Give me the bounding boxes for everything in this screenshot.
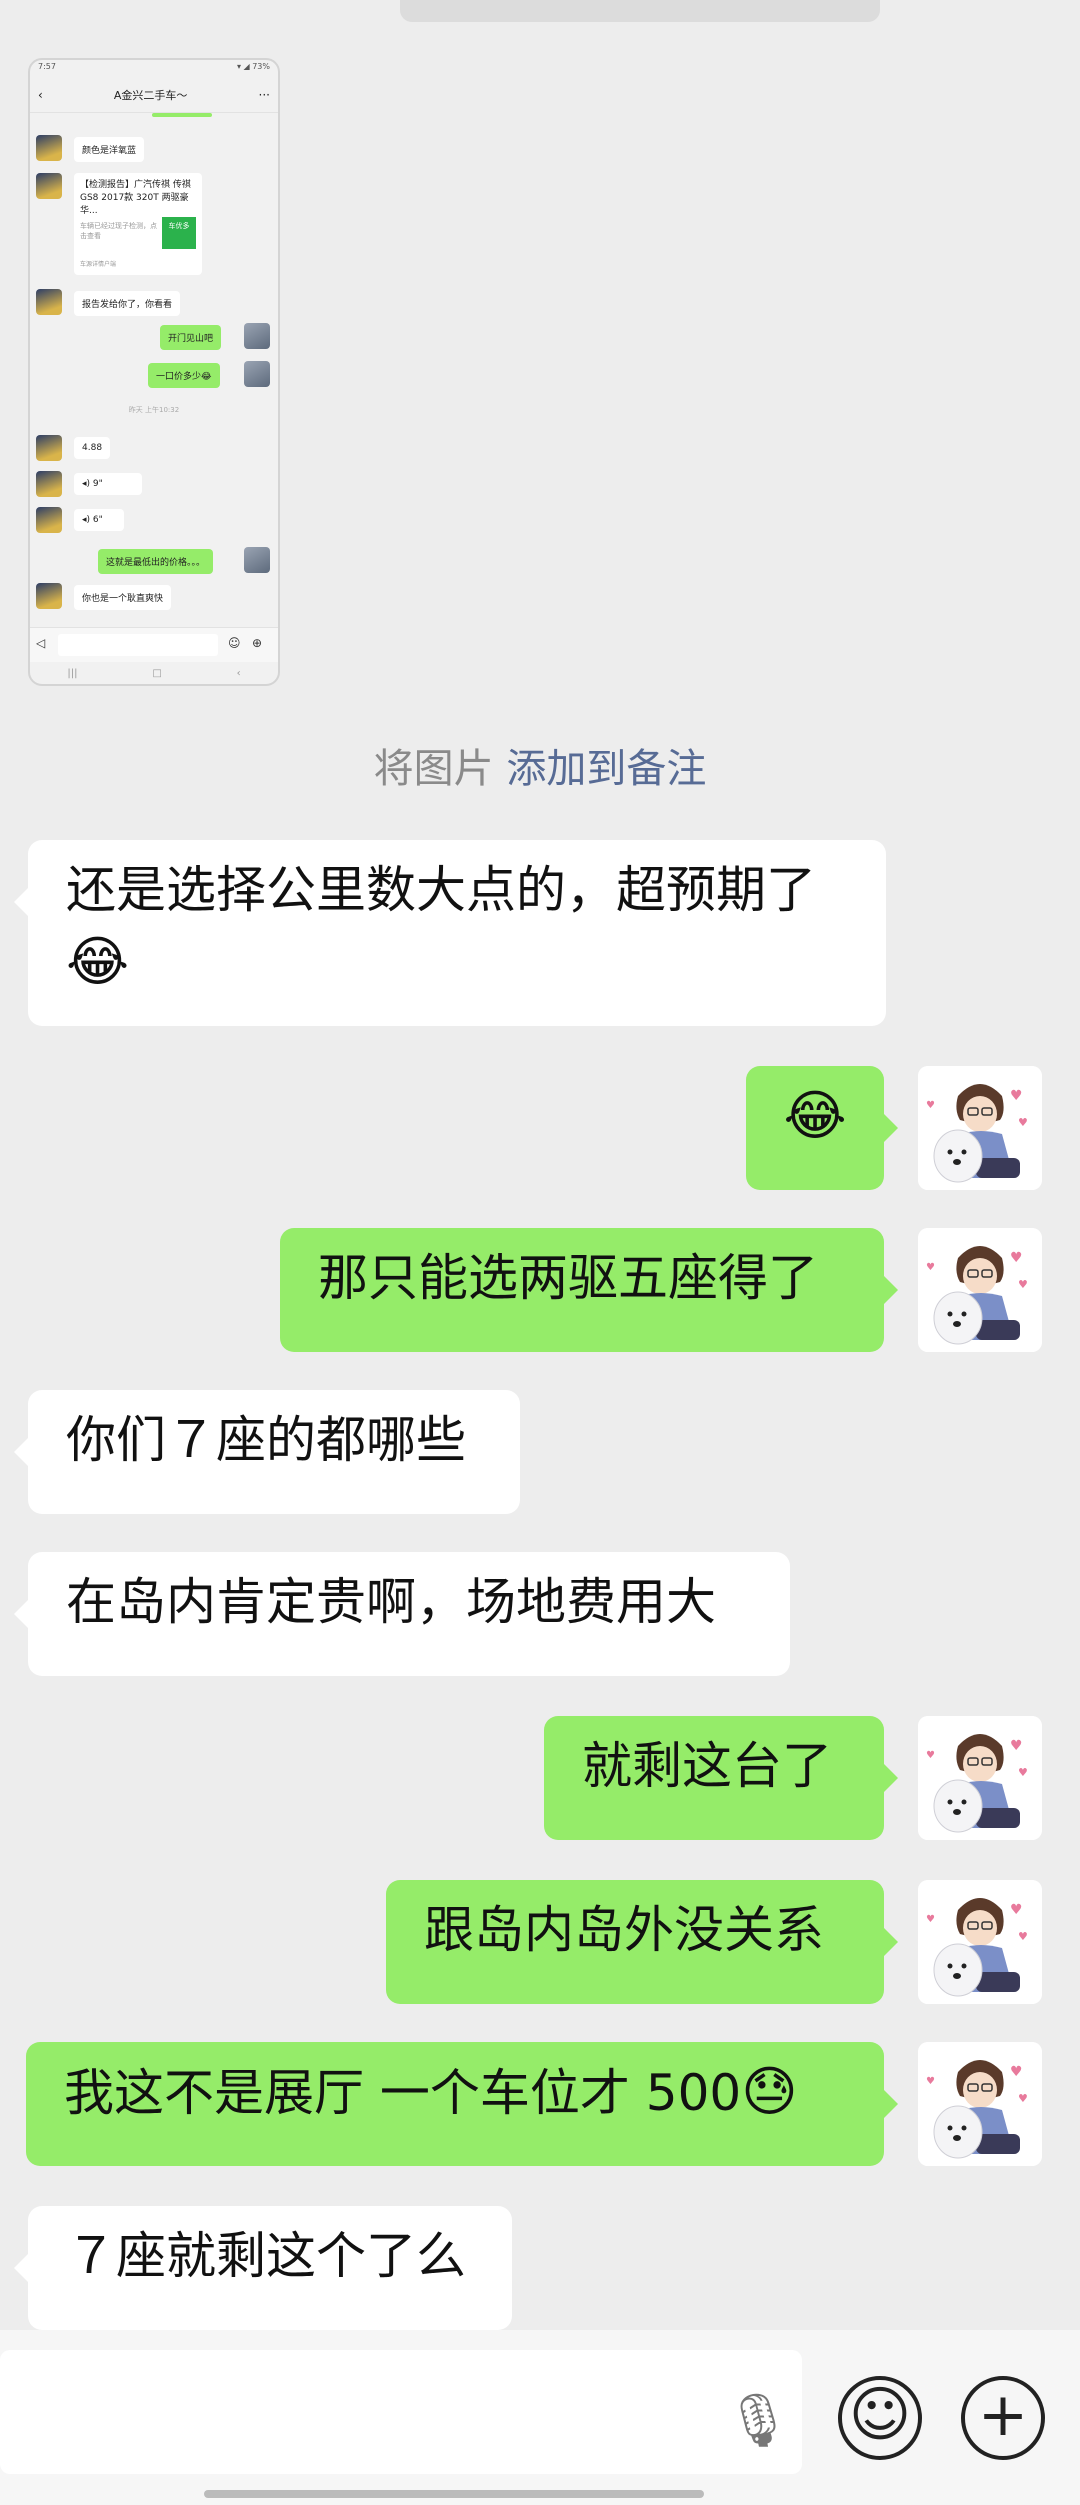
message-bubble-incoming[interactable]: 你们７座的都哪些 <box>14 1390 520 1514</box>
plus-icon: + <box>977 2380 1029 2450</box>
svg-text:♥: ♥ <box>1010 1088 1023 1104</box>
card-subtitle: 车辆已经过现子检测，点击查看 <box>80 222 157 240</box>
embedded-bubble <box>152 113 212 117</box>
emoji-icon: ☺ <box>228 636 241 650</box>
chat-input-bar: 🎙 ☺ + <box>0 2330 1080 2505</box>
svg-text:♥: ♥ <box>926 1262 935 1273</box>
embedded-avatar <box>244 361 270 387</box>
svg-text:♥: ♥ <box>1010 1250 1023 1266</box>
note-prefix: 将图片 <box>373 746 494 792</box>
svg-text:♥: ♥ <box>1010 2064 1023 2080</box>
laughing-emoji-icon: 😂 <box>66 930 130 993</box>
embedded-message: 颜色是洋氧蓝 <box>74 137 145 162</box>
embedded-avatar <box>36 583 62 609</box>
embedded-title: A金兴二手车～ <box>113 89 188 102</box>
user-avatar[interactable]: ♥ ♥ ♥ <box>918 1228 1042 1352</box>
add-to-note-hint: 将图片 添加到备注 <box>0 736 1080 794</box>
status-bar: 7:57 ▾ ◢ 73% <box>30 60 278 78</box>
plus-icon: ⊕ <box>252 636 263 650</box>
embedded-input-bar: ◁ ☺ ⊕ <box>30 627 278 662</box>
emoji-icon: ☺ <box>848 2380 912 2450</box>
svg-text:♥: ♥ <box>1018 1930 1028 1943</box>
laughing-emoji-icon: 😂 <box>783 1084 847 1147</box>
embedded-avatar <box>244 323 270 349</box>
message-input[interactable] <box>0 2350 802 2474</box>
svg-text:♥: ♥ <box>926 1750 935 1761</box>
emoji-button[interactable]: ☺ <box>838 2376 922 2460</box>
embedded-android-nav: ||| □ ‹ <box>30 662 278 684</box>
card-source: 车源详情户端 <box>80 261 117 268</box>
svg-text:♥: ♥ <box>1010 1902 1023 1918</box>
svg-text:♥: ♥ <box>926 2076 935 2087</box>
card-thumbnail: 车优多 <box>162 217 196 249</box>
message-text: 你们７座的都哪些 <box>66 1411 466 1469</box>
message-bubble-incoming[interactable]: ７座就剩这个了么 <box>14 2206 512 2330</box>
user-avatar[interactable]: ♥ ♥ ♥ <box>918 1880 1042 2004</box>
svg-text:♥: ♥ <box>926 1100 935 1111</box>
message-text: 还是选择公里数大点的，超预期了 <box>66 861 816 919</box>
message-text: 那只能选两驱五座得了 <box>318 1249 818 1307</box>
embedded-avatar <box>36 507 62 533</box>
card-title: 【检测报告】广汽传祺 传祺GS8 2017款 320T 两驱豪华... <box>80 180 191 216</box>
message-bubble-outgoing[interactable]: 那只能选两驱五座得了 <box>280 1228 898 1352</box>
svg-text:♥: ♥ <box>1018 2092 1028 2105</box>
svg-text:♥: ♥ <box>1010 1738 1023 1754</box>
status-time: 7:57 <box>38 62 56 71</box>
message-bubble-outgoing[interactable]: 😂 <box>746 1066 898 1190</box>
top-handle <box>400 0 880 22</box>
user-avatar[interactable]: ♥ ♥ ♥ <box>918 1066 1042 1190</box>
embedded-message: 你也是一个耿直爽快 <box>74 585 172 610</box>
user-avatar[interactable]: ♥ ♥ ♥ <box>918 2042 1042 2166</box>
svg-text:♥: ♥ <box>1018 1116 1028 1129</box>
embedded-message: 这就是最低出的价格。。。 <box>98 549 214 574</box>
status-icons: ▾ ◢ 73% <box>236 62 270 71</box>
embedded-avatar <box>244 547 270 573</box>
message-text: 就剩这台了 <box>582 1737 832 1795</box>
message-text: 在岛内肯定贵啊，场地费用大 <box>66 1573 716 1631</box>
recents-icon: ||| <box>67 667 78 679</box>
svg-text:♥: ♥ <box>1018 1278 1028 1291</box>
svg-text:♥: ♥ <box>926 1914 935 1925</box>
message-text: 我这不是展厅 一个车位才 500 <box>64 2064 742 2122</box>
shared-screenshot[interactable]: 7:57 ▾ ◢ 73% ‹ A金兴二手车～ ··· 颜色是洋氧蓝 【检测报告】… <box>28 58 280 686</box>
voice-icon: ◁ <box>36 636 46 650</box>
embedded-chat: 颜色是洋氧蓝 【检测报告】广汽传祺 传祺GS8 2017款 320T 两驱豪华.… <box>30 113 278 633</box>
embedded-voice: ◂) 6" <box>74 509 124 531</box>
svg-text:♥: ♥ <box>1018 1766 1028 1779</box>
embedded-avatar <box>36 471 62 497</box>
message-bubble-incoming[interactable]: 还是选择公里数大点的，超预期了 😂 <box>14 840 886 1026</box>
user-avatar[interactable]: ♥ ♥ ♥ <box>918 1716 1042 1840</box>
message-text: ７座就剩这个了么 <box>66 2227 466 2285</box>
more-icon: ··· <box>258 88 270 102</box>
message-bubble-outgoing[interactable]: 我这不是展厅 一个车位才 500😓 <box>26 2042 898 2166</box>
back-icon: ‹ <box>38 88 43 102</box>
sweat-emoji-icon: 😓 <box>741 2060 798 2123</box>
embedded-message: 4.88 <box>74 437 111 459</box>
embedded-message: 一口价多少😂 <box>148 363 220 388</box>
message-bubble-incoming[interactable]: 在岛内肯定贵啊，场地费用大 <box>14 1552 790 1676</box>
message-text: 跟岛内岛外没关系 <box>424 1901 824 1959</box>
message-bubble-outgoing[interactable]: 跟岛内岛外没关系 <box>386 1880 898 2004</box>
home-indicator <box>204 2490 704 2498</box>
microphone-icon[interactable]: 🎙 <box>725 2390 791 2451</box>
home-icon: □ <box>152 667 162 679</box>
back-icon: ‹ <box>236 667 241 679</box>
embedded-message: 报告发给你了，你看看 <box>74 291 181 316</box>
embedded-avatar <box>36 135 62 161</box>
embedded-avatar <box>36 173 62 199</box>
embedded-link-card: 【检测报告】广汽传祺 传祺GS8 2017款 320T 两驱豪华... 车辆已经… <box>74 173 202 275</box>
embedded-avatar <box>36 435 62 461</box>
plus-button[interactable]: + <box>961 2376 1045 2460</box>
embedded-voice: ◂) 9" <box>74 473 142 495</box>
message-bubble-outgoing[interactable]: 就剩这台了 <box>544 1716 898 1840</box>
embedded-input <box>58 634 218 656</box>
embedded-message: 开门见山吧 <box>160 325 222 350</box>
embedded-avatar <box>36 289 62 315</box>
embedded-timestamp: 昨天 上午10:32 <box>128 406 180 414</box>
embedded-nav: ‹ A金兴二手车～ ··· <box>30 78 278 113</box>
add-to-note-link[interactable]: 添加到备注 <box>506 746 706 792</box>
